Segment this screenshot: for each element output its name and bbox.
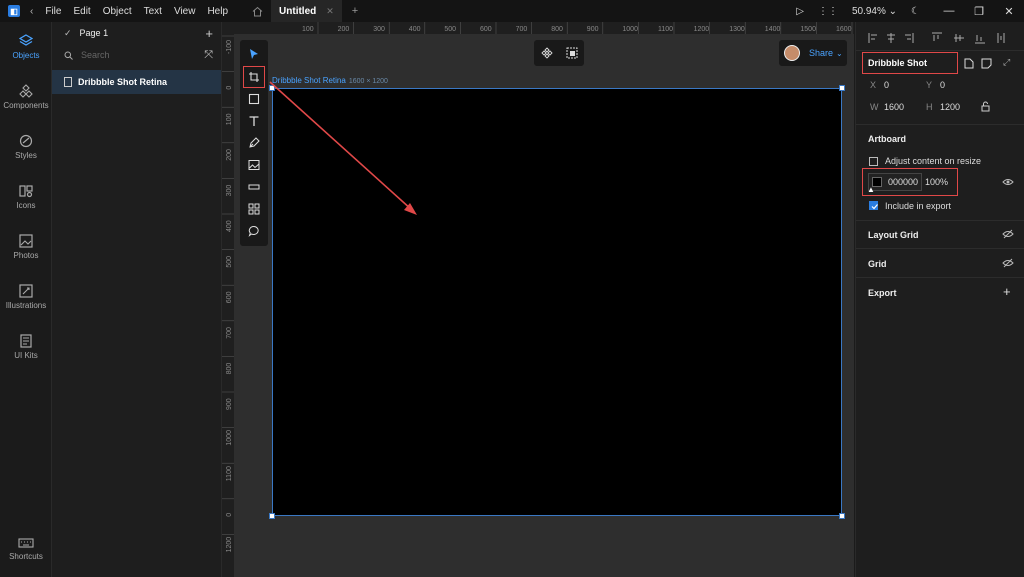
export-section[interactable]: Export (868, 288, 897, 298)
artboard-preset-icon[interactable] (981, 58, 992, 69)
cursor-icon: ▲ (867, 185, 875, 194)
add-export-icon[interactable]: + (1003, 284, 1011, 299)
adjust-content-label: Adjust content on resize (885, 156, 982, 166)
fill-hex[interactable]: 000000 (888, 177, 918, 187)
artboard-section-title: Artboard (868, 134, 906, 144)
lock-icon[interactable] (980, 101, 991, 112)
y-field[interactable]: 0 (940, 80, 945, 90)
layout-grid-section[interactable]: Layout Grid (868, 230, 919, 240)
grid-section[interactable]: Grid (868, 259, 887, 269)
adjust-content-checkbox[interactable] (869, 157, 878, 166)
properties-panel: Dribbble Shot ⤢ X 0 Y 0 W 1600 H 1200 Ar… (855, 22, 1024, 577)
include-export-checkbox[interactable] (869, 201, 878, 210)
layer-name: Dribbble Shot (868, 58, 927, 68)
eye-hidden-icon[interactable] (1002, 258, 1014, 268)
include-export-label: Include in export (885, 201, 952, 211)
y-label: Y (926, 80, 933, 90)
align-toolbar[interactable] (868, 32, 1018, 44)
eye-hidden-icon[interactable] (1002, 229, 1014, 239)
x-label: X (870, 80, 877, 90)
fill-row: 000000 100% (862, 168, 958, 196)
h-field[interactable]: 1200 (940, 102, 960, 112)
fill-color-field[interactable]: 000000 (868, 173, 922, 191)
check-icon (871, 204, 878, 210)
fill-opacity[interactable]: 100% (925, 173, 948, 191)
layer-name-field[interactable]: Dribbble Shot (862, 52, 958, 74)
page-icon[interactable] (964, 58, 974, 69)
eye-icon[interactable] (1002, 178, 1014, 186)
h-label: H (926, 102, 933, 112)
w-label: W (870, 102, 879, 112)
fill-opacity-value: 100% (925, 177, 949, 187)
expand-icon[interactable]: ⤢ (1003, 57, 1010, 68)
x-field[interactable]: 0 (884, 80, 889, 90)
w-field[interactable]: 1600 (884, 102, 904, 112)
